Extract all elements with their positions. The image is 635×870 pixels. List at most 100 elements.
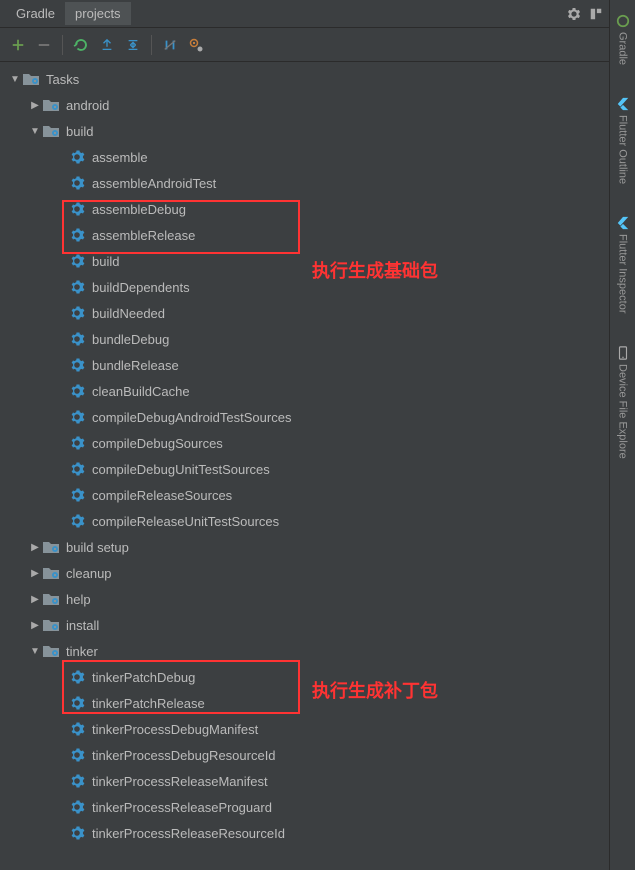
tree-task-compilereleaseunittestsources[interactable]: compileReleaseUnitTestSources [0,508,609,534]
side-tool-flutter-outline[interactable]: Flutter Outline [614,91,632,190]
tree-label: tinkerProcessReleaseResourceId [92,826,285,841]
tree-label: cleanup [66,566,112,581]
folder-icon [42,564,60,582]
gear-icon [68,408,86,426]
tree-task-tinkerpatchdebug[interactable]: tinkerPatchDebug [0,664,609,690]
folder-icon [22,70,40,88]
flutter-icon [616,216,630,230]
tree-task-assemble[interactable]: assemble [0,144,609,170]
tree-task-compiledebugsources[interactable]: compileDebugSources [0,430,609,456]
tree-label: bundleRelease [92,358,179,373]
gear-icon [68,824,86,842]
gear-icon [68,486,86,504]
tree-task-build[interactable]: build [0,248,609,274]
side-tool-label: Flutter Inspector [617,234,629,313]
chevron-down-icon: ▼ [28,126,42,137]
tree-label: build setup [66,540,129,555]
tree-task-assembledebug[interactable]: assembleDebug [0,196,609,222]
attach-button[interactable] [95,33,119,57]
folder-icon [42,96,60,114]
side-tool-label: Gradle [617,32,629,65]
tree-task-compiledebugunittestsources[interactable]: compileDebugUnitTestSources [0,456,609,482]
tree-label: assembleDebug [92,202,186,217]
gear-icon [68,746,86,764]
tree-label: build [92,254,119,269]
tree-label: bundleDebug [92,332,169,347]
hide-icon[interactable] [589,7,603,21]
expand-button[interactable] [121,33,145,57]
gear-icon [68,798,86,816]
chevron-right-icon: ▶ [28,542,42,553]
tree-label: tinkerProcessReleaseManifest [92,774,268,789]
tree-task-tinkerprocessdebugmanifest[interactable]: tinkerProcessDebugManifest [0,716,609,742]
gear-icon [68,200,86,218]
tree-folder-build-setup[interactable]: ▶ build setup [0,534,609,560]
gradle-icon [616,14,630,28]
tree-label: build [66,124,93,139]
tree-label: buildNeeded [92,306,165,321]
tree-task-tinkerpatchrelease[interactable]: tinkerPatchRelease [0,690,609,716]
gear-icon [68,694,86,712]
tree-task-assembleandroidtest[interactable]: assembleAndroidTest [0,170,609,196]
gear-icon [68,304,86,322]
folder-icon [42,122,60,140]
tree-label: assembleAndroidTest [92,176,216,191]
side-tool-label: Device File Explore [617,364,629,459]
tree-folder-build[interactable]: ▼ build [0,118,609,144]
tree-task-tinkerprocessdebugresourceid[interactable]: tinkerProcessDebugResourceId [0,742,609,768]
tree-folder-help[interactable]: ▶ help [0,586,609,612]
tree-task-compiledebugandroidtestsources[interactable]: compileDebugAndroidTestSources [0,404,609,430]
tree-label: android [66,98,109,113]
panel-header: Gradle projects [0,0,609,28]
tree-label: help [66,592,91,607]
tab-projects[interactable]: projects [65,2,131,25]
gear-icon [68,148,86,166]
flutter-icon [616,97,630,111]
tree-task-compilereleasesources[interactable]: compileReleaseSources [0,482,609,508]
side-tool-label: Flutter Outline [617,115,629,184]
tree-task-tinkerprocessreleaseproguard[interactable]: tinkerProcessReleaseProguard [0,794,609,820]
tree-folder-android[interactable]: ▶ android [0,92,609,118]
tree-task-buildneeded[interactable]: buildNeeded [0,300,609,326]
tree-label: assemble [92,150,148,165]
task-settings-button[interactable] [184,33,208,57]
tree-task-builddependents[interactable]: buildDependents [0,274,609,300]
device-icon [616,346,630,360]
chevron-down-icon: ▼ [8,74,22,85]
remove-button[interactable] [32,33,56,57]
tab-gradle[interactable]: Gradle [6,2,65,25]
gear-icon [68,772,86,790]
gear-icon [68,460,86,478]
gradle-tree[interactable]: ▼ Tasks ▶ android ▼ build assemble assembleAn… [0,62,609,870]
chevron-right-icon: ▶ [28,568,42,579]
add-button[interactable] [6,33,30,57]
refresh-button[interactable] [69,33,93,57]
main-panel: Gradle projects [0,0,609,870]
tree-task-tinkerprocessreleaseresourceid[interactable]: tinkerProcessReleaseResourceId [0,820,609,846]
side-tool-flutter-inspector[interactable]: Flutter Inspector [614,210,632,319]
side-tool-device-explorer[interactable]: Device File Explore [614,340,632,465]
folder-icon [42,642,60,660]
chevron-right-icon: ▶ [28,594,42,605]
tree-task-bundlerelease[interactable]: bundleRelease [0,352,609,378]
gear-icon[interactable] [567,7,581,21]
tree-task-cleanbuildcache[interactable]: cleanBuildCache [0,378,609,404]
tree-label: tinkerPatchDebug [92,670,195,685]
folder-icon [42,590,60,608]
tree-label: tinkerProcessDebugResourceId [92,748,276,763]
chevron-right-icon: ▶ [28,100,42,111]
tree-folder-cleanup[interactable]: ▶ cleanup [0,560,609,586]
tree-folder-tinker[interactable]: ▼tinker [0,638,609,664]
tree-folder-install[interactable]: ▶install [0,612,609,638]
tree-task-bundledebug[interactable]: bundleDebug [0,326,609,352]
offline-button[interactable] [158,33,182,57]
tree-task-assemblerelease[interactable]: assembleRelease [0,222,609,248]
right-sidebar: Gradle Flutter Outline Flutter Inspector… [609,0,635,870]
tree-label: assembleRelease [92,228,195,243]
gear-icon [68,356,86,374]
tree-label: install [66,618,99,633]
tree-task-tinkerprocessreleasemanifest[interactable]: tinkerProcessReleaseManifest [0,768,609,794]
tree-node-tasks[interactable]: ▼ Tasks [0,66,609,92]
gear-icon [68,434,86,452]
side-tool-gradle[interactable]: Gradle [614,8,632,71]
